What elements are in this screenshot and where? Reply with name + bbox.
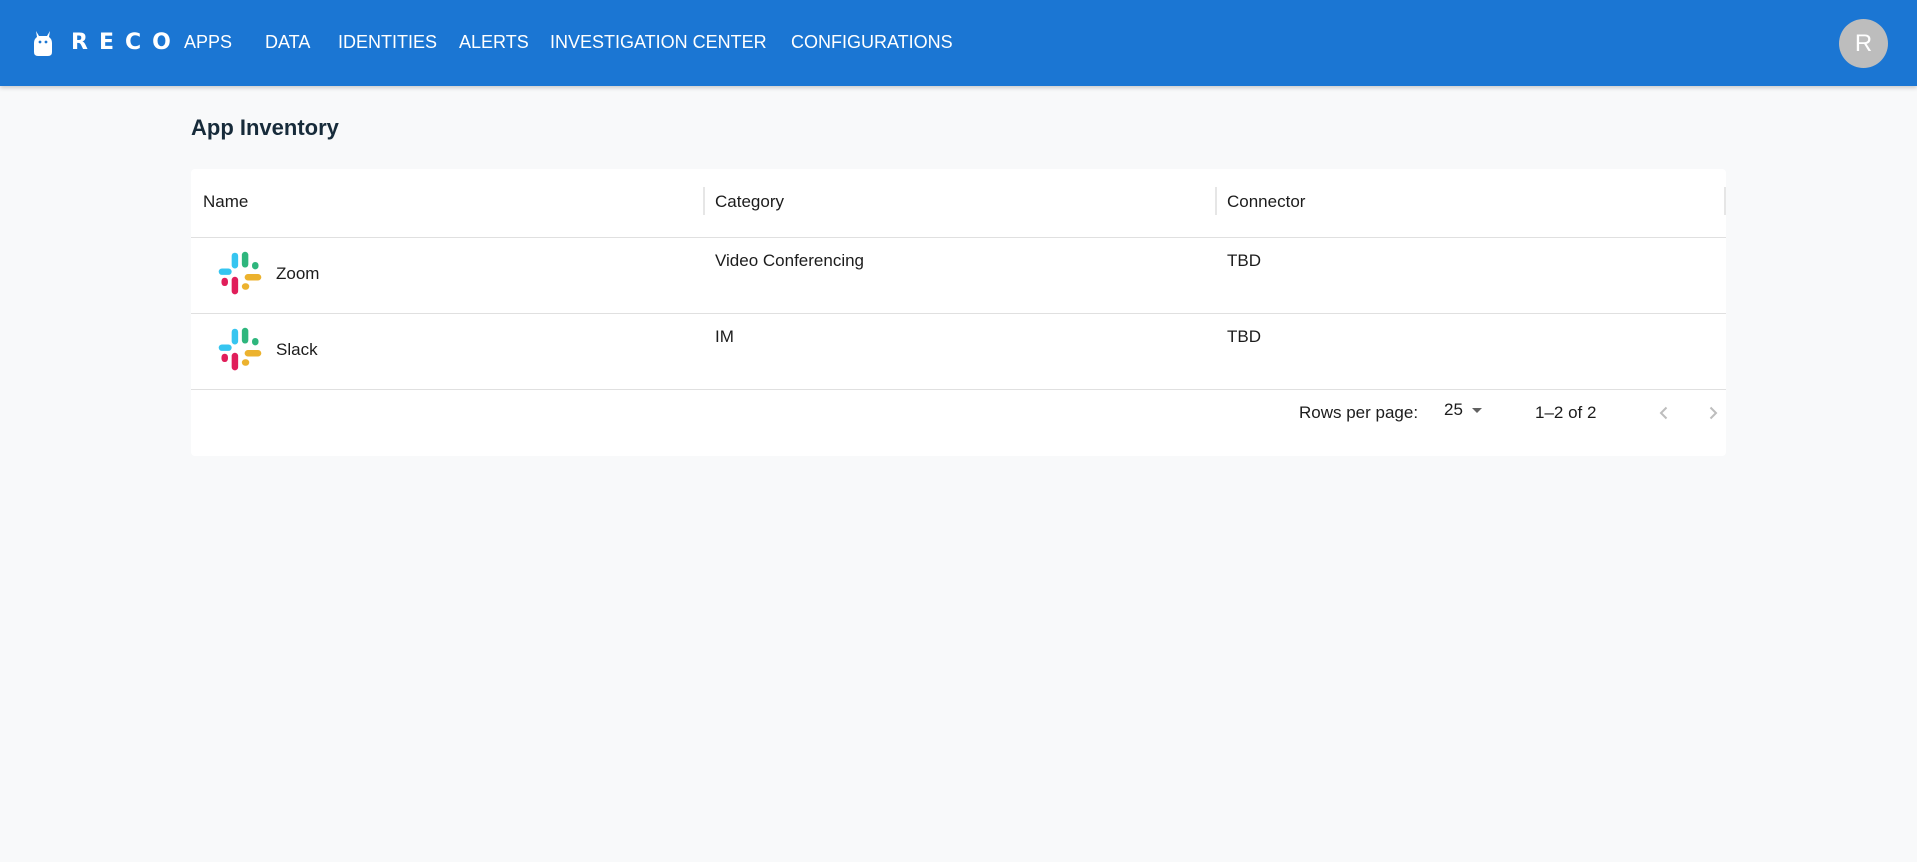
column-header-category[interactable]: Category xyxy=(715,192,784,212)
app-name: Slack xyxy=(276,340,318,359)
rows-per-page-label: Rows per page: xyxy=(1299,403,1419,422)
nav-investigation-center[interactable]: INVESTIGATION CENTER xyxy=(550,32,767,53)
column-separator[interactable] xyxy=(703,187,705,215)
column-header-name[interactable]: Name xyxy=(203,192,248,212)
app-inventory-table: Name Category Connector Zoom Video Confe… xyxy=(191,169,1726,456)
nav-alerts[interactable]: ALERTS xyxy=(459,32,529,53)
pagination-range: 1–2 of 2 xyxy=(1535,403,1597,422)
slack-logo-icon xyxy=(218,327,262,371)
next-page-button[interactable] xyxy=(1699,399,1727,427)
column-header-connector[interactable]: Connector xyxy=(1227,192,1305,212)
app-category: Video Conferencing xyxy=(715,251,865,270)
chevron-left-icon xyxy=(1659,406,1668,420)
nav-apps[interactable]: APPS xyxy=(184,32,232,53)
chevron-right-icon xyxy=(1709,406,1718,420)
table-header: Name Category Connector xyxy=(191,169,1726,238)
page-title: App Inventory xyxy=(191,115,339,140)
nav-identities[interactable]: IDENTITIES xyxy=(338,32,437,53)
table-row[interactable]: Zoom Video Conferencing TBD xyxy=(191,238,1726,314)
column-separator[interactable] xyxy=(1215,187,1217,215)
brand[interactable]: RECO xyxy=(33,28,182,57)
app-category: IM xyxy=(715,327,734,346)
caret-down-icon xyxy=(1471,408,1482,413)
app-connector: TBD xyxy=(1227,327,1261,346)
table-pagination: Rows per page: 25 1–2 of 2 xyxy=(191,391,1726,435)
rows-per-page-select[interactable]: 25 xyxy=(1444,400,1489,420)
slack-logo-icon xyxy=(218,251,262,295)
column-separator[interactable] xyxy=(1724,187,1726,215)
avatar[interactable]: R xyxy=(1839,19,1888,68)
brand-name: RECO xyxy=(71,30,182,55)
nav-data[interactable]: DATA xyxy=(265,32,310,53)
app-connector: TBD xyxy=(1227,251,1261,270)
nav-configurations[interactable]: CONFIGURATIONS xyxy=(791,32,953,53)
top-app-bar: RECO APPS DATA IDENTITIES ALERTS INVESTI… xyxy=(0,0,1917,86)
reco-logo-icon xyxy=(34,31,52,56)
table-row[interactable]: Slack IM TBD xyxy=(191,314,1726,390)
rows-per-page-value: 25 xyxy=(1444,400,1463,419)
app-name: Zoom xyxy=(276,264,320,283)
previous-page-button[interactable] xyxy=(1650,399,1678,427)
